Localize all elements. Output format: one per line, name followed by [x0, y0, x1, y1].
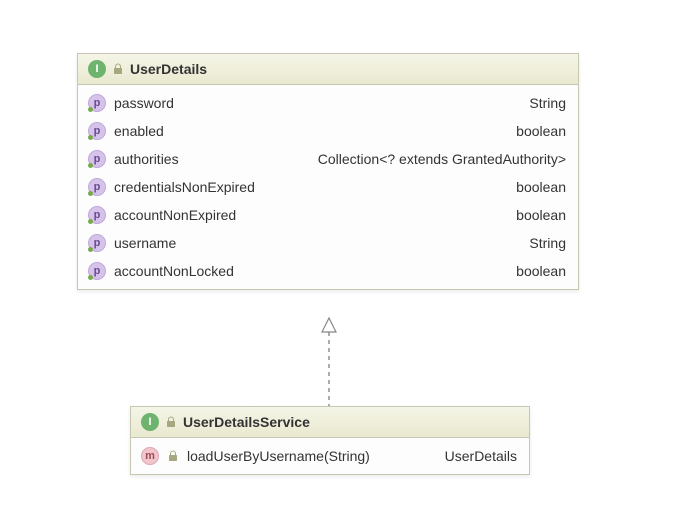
class-body: p password String p enabled boolean p au… — [78, 85, 578, 289]
member-type: String — [182, 95, 566, 111]
member-type: boolean — [263, 179, 566, 195]
lock-icon — [165, 416, 177, 428]
member-name: username — [114, 235, 176, 251]
member-name: enabled — [114, 123, 164, 139]
member-type: UserDetails — [378, 448, 517, 464]
property-row: p password String — [78, 89, 578, 117]
class-header: I UserDetailsService — [131, 407, 529, 438]
member-type: boolean — [244, 207, 566, 223]
class-header: I UserDetails — [78, 54, 578, 85]
property-row: p authorities Collection<? extends Grant… — [78, 145, 578, 173]
property-row: p credentialsNonExpired boolean — [78, 173, 578, 201]
realization-arrow — [326, 318, 332, 406]
method-icon: m — [141, 447, 159, 465]
class-title: UserDetails — [130, 61, 207, 77]
property-icon: p — [88, 178, 106, 196]
property-icon: p — [88, 262, 106, 280]
class-userdetailsservice: I UserDetailsService m loadUserByUsernam… — [130, 406, 530, 475]
class-title: UserDetailsService — [183, 414, 310, 430]
member-type: Collection<? extends GrantedAuthority> — [187, 151, 566, 167]
member-name: loadUserByUsername(String) — [187, 448, 370, 464]
method-row: m loadUserByUsername(String) UserDetails — [131, 442, 529, 470]
property-icon: p — [88, 234, 106, 252]
member-type: boolean — [242, 263, 566, 279]
member-name: password — [114, 95, 174, 111]
class-body: m loadUserByUsername(String) UserDetails — [131, 438, 529, 474]
member-name: accountNonLocked — [114, 263, 234, 279]
interface-icon: I — [88, 60, 106, 78]
member-type: String — [184, 235, 566, 251]
property-row: p accountNonExpired boolean — [78, 201, 578, 229]
member-name: credentialsNonExpired — [114, 179, 255, 195]
lock-icon — [112, 63, 124, 75]
property-row: p username String — [78, 229, 578, 257]
property-row: p enabled boolean — [78, 117, 578, 145]
lock-icon — [167, 450, 179, 462]
property-icon: p — [88, 122, 106, 140]
class-userdetails: I UserDetails p password String p enable… — [77, 53, 579, 290]
property-icon: p — [88, 150, 106, 168]
property-icon: p — [88, 206, 106, 224]
property-row: p accountNonLocked boolean — [78, 257, 578, 285]
member-name: authorities — [114, 151, 179, 167]
property-icon: p — [88, 94, 106, 112]
member-type: boolean — [172, 123, 566, 139]
interface-icon: I — [141, 413, 159, 431]
member-name: accountNonExpired — [114, 207, 236, 223]
